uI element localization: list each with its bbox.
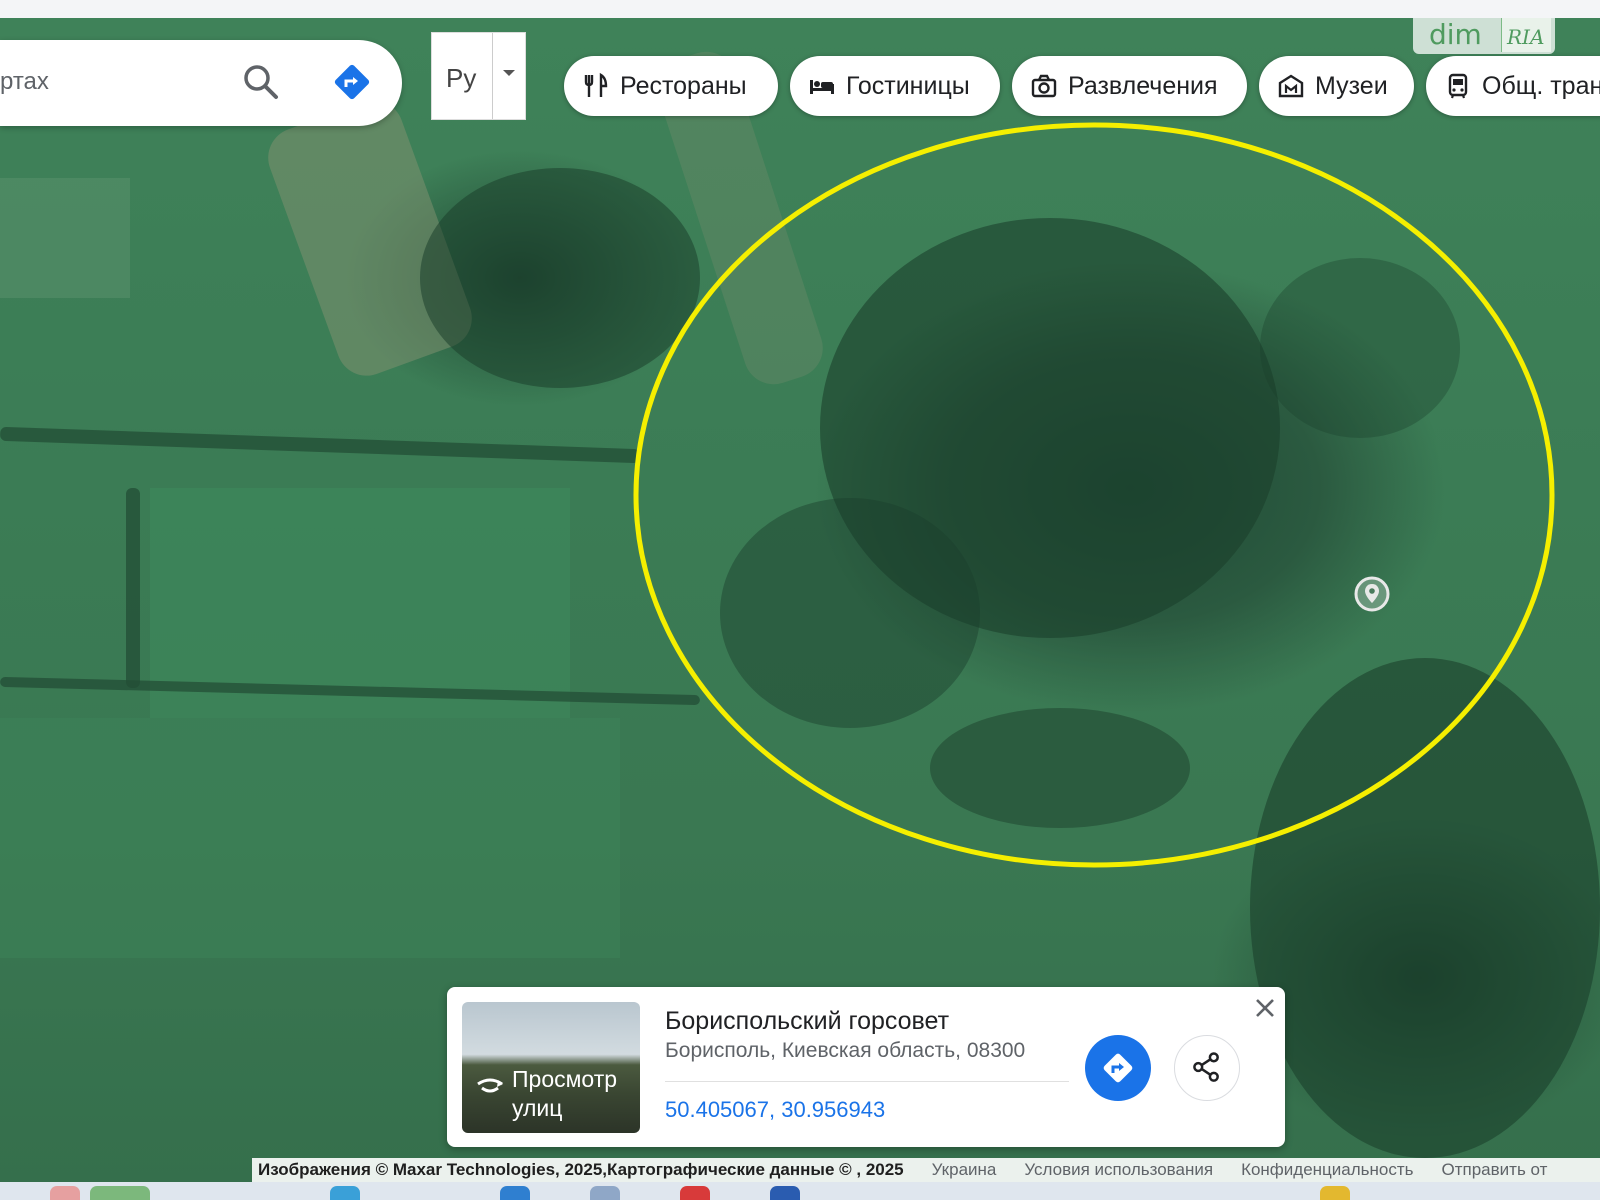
place-title: Бориспольский горсовет <box>665 1007 950 1035</box>
camera-icon <box>1031 74 1057 98</box>
language-select[interactable]: Ру <box>431 32 526 120</box>
street-view-label: Просмотр <box>512 1066 618 1092</box>
transit-icon <box>1448 73 1468 99</box>
taskbar-app-icon[interactable] <box>1320 1186 1350 1200</box>
card-divider <box>665 1081 1069 1082</box>
chip-label: Общ. тран <box>1482 71 1600 100</box>
language-divider <box>492 33 493 119</box>
field-patch <box>0 718 620 958</box>
share-button[interactable] <box>1174 1035 1240 1101</box>
terms-link[interactable]: Условия использования <box>1024 1160 1213 1180</box>
museum-icon <box>1278 74 1304 98</box>
directions-icon[interactable] <box>332 62 372 102</box>
hedgerow <box>0 426 641 464</box>
country-link[interactable]: Украина <box>932 1160 997 1180</box>
imagery-credit: Изображения © Maxar Technologies, 2025,К… <box>258 1160 904 1179</box>
chip-label: Развлечения <box>1068 71 1218 100</box>
taskbar-app-icon[interactable] <box>500 1186 530 1200</box>
taskbar-app-icon[interactable] <box>330 1186 360 1200</box>
share-icon <box>1193 1052 1219 1082</box>
hedgerow <box>126 488 140 688</box>
street-view-label: улиц <box>512 1095 563 1121</box>
top-strip <box>0 0 1600 18</box>
hotel-icon <box>810 80 834 94</box>
search-input[interactable]: ртах <box>0 68 49 96</box>
location-pin-icon[interactable] <box>1354 576 1390 612</box>
close-icon[interactable] <box>1253 996 1277 1020</box>
place-info-card[interactable]: Просмотр улиц Бориспольский горсовет Бор… <box>447 987 1285 1147</box>
svg-text:RIA: RIA <box>1506 25 1544 49</box>
chip-restaurants[interactable]: Рестораны <box>564 56 778 116</box>
search-icon[interactable] <box>241 62 281 102</box>
taskbar <box>0 1182 1600 1200</box>
taskbar-app-icon[interactable] <box>770 1186 800 1200</box>
directions-button[interactable] <box>1085 1035 1151 1101</box>
privacy-link[interactable]: Конфиденциальность <box>1241 1160 1413 1180</box>
street-view-thumbnail[interactable]: Просмотр улиц <box>462 1002 640 1133</box>
ria-logo: RIA <box>1501 18 1551 52</box>
chip-transit[interactable]: Общ. тран <box>1426 56 1600 116</box>
taskbar-app-icon[interactable] <box>590 1186 620 1200</box>
chip-label: Музеи <box>1315 71 1388 100</box>
highlight-ellipse <box>633 122 1555 868</box>
language-label: Ру <box>446 63 477 93</box>
chevron-down-icon[interactable] <box>501 68 517 78</box>
watermark-brand: dim <box>1429 18 1482 51</box>
chip-museums[interactable]: Музеи <box>1259 56 1414 116</box>
taskbar-app-icon[interactable] <box>50 1186 80 1200</box>
chip-entertainment[interactable]: Развлечения <box>1012 56 1247 116</box>
map-attribution-bar: Изображения © Maxar Technologies, 2025,К… <box>252 1158 1600 1182</box>
watermark-logo: dim RIA <box>1413 18 1555 54</box>
field-patch <box>0 178 130 298</box>
restaurant-icon <box>584 72 608 97</box>
street-view-icon <box>477 1078 503 1093</box>
place-coordinates[interactable]: 50.405067, 30.956943 <box>665 1097 885 1123</box>
chip-hotels[interactable]: Гостиницы <box>790 56 1000 116</box>
feedback-link[interactable]: Отправить от <box>1442 1160 1548 1180</box>
taskbar-app-icon[interactable] <box>680 1186 710 1200</box>
chip-label: Рестораны <box>620 71 747 100</box>
directions-icon <box>1103 1053 1133 1083</box>
taskbar-app-icon[interactable] <box>90 1186 150 1200</box>
chip-label: Гостиницы <box>846 71 970 100</box>
place-address: Борисполь, Киевская область, 08300 <box>665 1039 1026 1062</box>
